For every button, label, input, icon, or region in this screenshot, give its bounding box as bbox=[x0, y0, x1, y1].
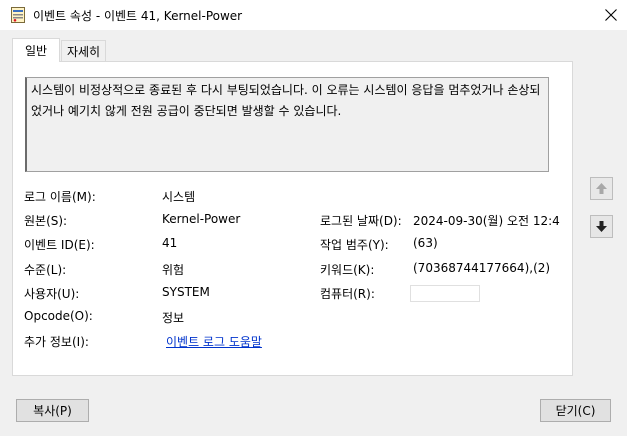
event-description[interactable]: 시스템이 비정상적으로 종료된 후 다시 부팅되었습니다. 이 오류는 시스템이… bbox=[25, 77, 549, 172]
keywords-label: 키워드(K): bbox=[320, 263, 375, 277]
source-value: Kernel-Power bbox=[162, 212, 241, 226]
computer-label: 컴퓨터(R): bbox=[320, 287, 375, 301]
task-category-label: 작업 범주(Y): bbox=[320, 238, 389, 252]
computer-value bbox=[410, 285, 480, 302]
level-label: 수준(L): bbox=[24, 263, 67, 277]
close-button-label: 닫기(C) bbox=[555, 404, 596, 418]
keywords-value: (70368744177664),(2) bbox=[413, 261, 551, 275]
logged-label: 로그된 날짜(D): bbox=[320, 214, 402, 228]
close-button[interactable]: 닫기(C) bbox=[540, 399, 611, 422]
logged-value: 2024-09-30(월) 오전 12:4 bbox=[413, 214, 560, 228]
arrow-down-icon bbox=[596, 221, 607, 232]
level-value: 위험 bbox=[162, 263, 185, 277]
opcode-label: Opcode(O): bbox=[24, 309, 93, 323]
event-id-value: 41 bbox=[162, 236, 178, 250]
event-id-label: 이벤트 ID(E): bbox=[24, 238, 95, 252]
close-icon bbox=[605, 9, 617, 21]
opcode-value: 정보 bbox=[162, 311, 185, 325]
copy-button-label: 복사(P) bbox=[33, 404, 72, 418]
user-label: 사용자(U): bbox=[24, 287, 80, 301]
log-name-value: 시스템 bbox=[162, 190, 196, 204]
more-info-label: 추가 정보(I): bbox=[24, 335, 89, 349]
user-value: SYSTEM bbox=[162, 285, 210, 299]
tab-details-label: 자세히 bbox=[66, 44, 101, 59]
arrow-up-icon bbox=[596, 183, 607, 194]
source-label: 원본(S): bbox=[24, 214, 68, 228]
event-log-help-link[interactable]: 이벤트 로그 도움말 bbox=[166, 333, 262, 350]
tab-general-label: 일반 bbox=[24, 44, 48, 58]
tab-details[interactable]: 자세히 bbox=[61, 40, 106, 61]
log-name-label: 로그 이름(M): bbox=[24, 190, 96, 204]
copy-button[interactable]: 복사(P) bbox=[16, 399, 89, 422]
tab-general[interactable]: 일반 bbox=[12, 38, 60, 62]
close-window-button[interactable] bbox=[595, 0, 627, 30]
event-viewer-icon bbox=[11, 7, 25, 23]
window-title: 이벤트 속성 - 이벤트 41, Kernel-Power bbox=[33, 9, 243, 23]
next-event-button[interactable] bbox=[590, 215, 613, 238]
title-bar: 이벤트 속성 - 이벤트 41, Kernel-Power bbox=[0, 0, 627, 30]
previous-event-button[interactable] bbox=[590, 177, 613, 200]
task-category-value: (63) bbox=[413, 236, 438, 250]
